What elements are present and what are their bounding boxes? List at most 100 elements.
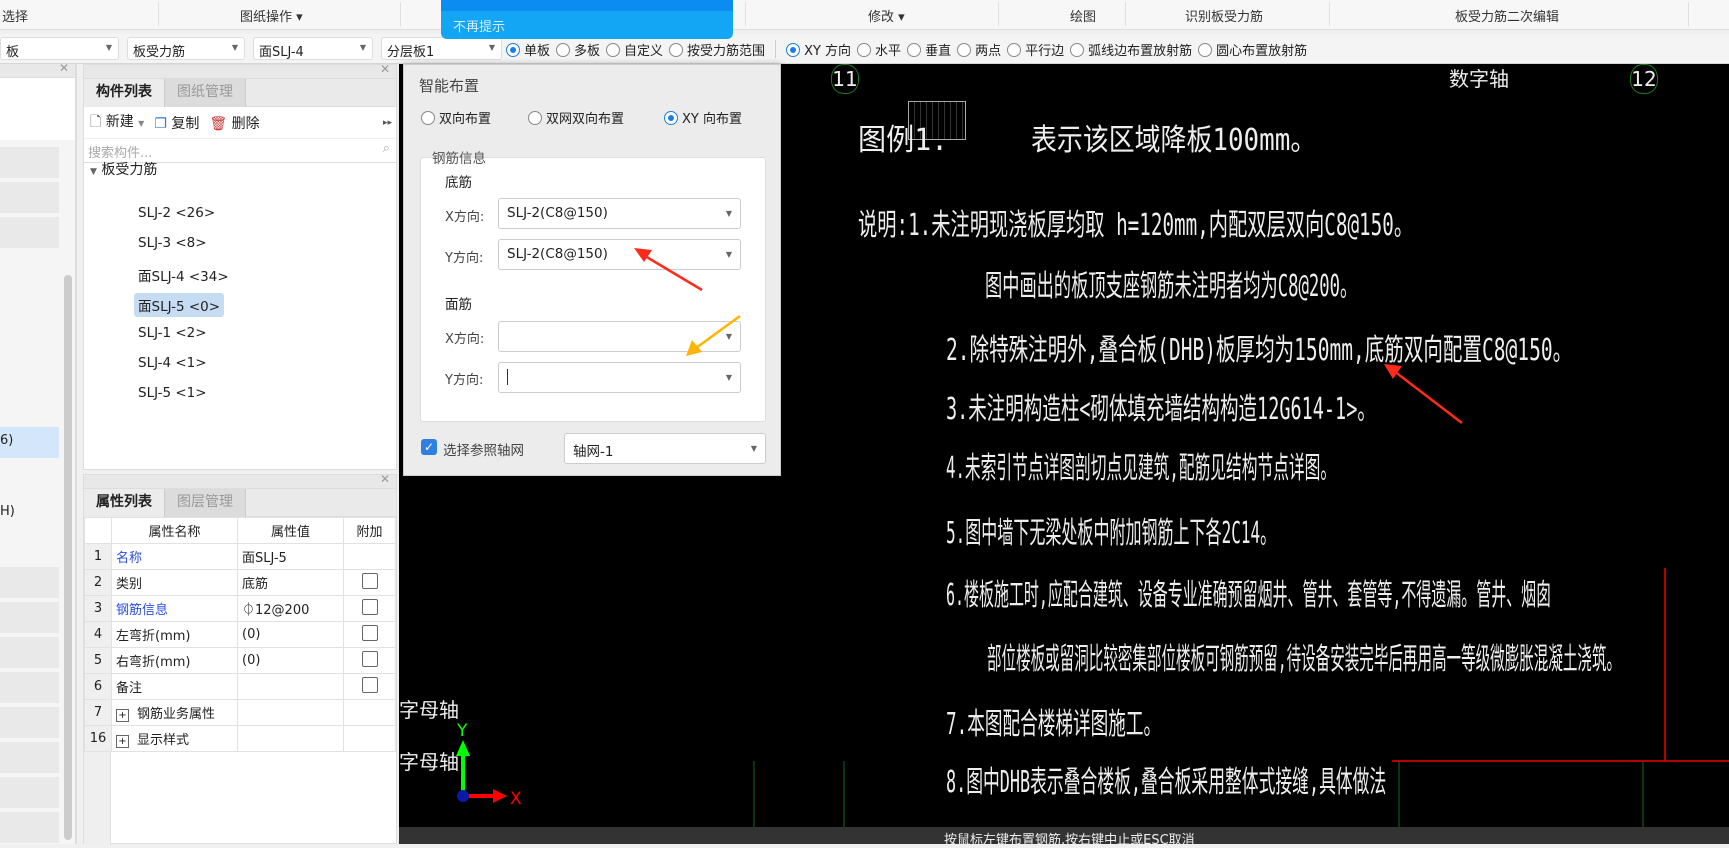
select-value: 面SLJ-4 — [259, 45, 304, 60]
table-row[interactable]: 6 备注 — [84, 673, 396, 700]
nav-item[interactable] — [0, 602, 59, 633]
component-type-select[interactable]: 板受力筋 ▼ — [127, 37, 245, 60]
select-value: 板 — [6, 45, 20, 60]
tree-item[interactable]: SLJ-3 <8> — [134, 233, 211, 253]
value-cell[interactable]: ⏀12@200 — [237, 595, 344, 622]
checkbox[interactable] — [361, 650, 378, 667]
ribbon-group-drawing-ops[interactable]: 图纸操作 ▾ — [240, 6, 303, 25]
tree-item[interactable]: SLJ-5 <1> — [134, 383, 211, 403]
value-cell[interactable]: (0) — [237, 621, 344, 648]
options-toolbar: 板 ▼ 板受力筋 ▼ 面SLJ-4 ▼ 分层板1 ▼ 单板 多板 自定义 按受力筋范围 … — [0, 34, 1729, 64]
table-row[interactable]: 4 左弯折(mm) (0) — [84, 621, 396, 648]
radio-label: 单板 — [524, 44, 551, 59]
nav-item[interactable] — [0, 742, 59, 773]
radio-icon — [1198, 42, 1213, 57]
value-cell[interactable] — [237, 673, 344, 700]
table-row[interactable]: 5 右弯折(mm) (0) — [84, 647, 396, 674]
tab-drawing-management[interactable]: 图纸管理 — [165, 79, 246, 107]
radio-parallel-edge[interactable]: 平行边 — [1007, 40, 1064, 59]
expand-icon[interactable]: + — [116, 735, 129, 748]
radio-vertical[interactable]: 垂直 — [907, 40, 951, 59]
tree-item[interactable]: SLJ-2 <26> — [134, 203, 219, 223]
radio-double-mesh[interactable]: 双网双向布置 — [528, 108, 624, 127]
ribbon-group-bar: 选择 图纸操作 ▾ 修改 ▾ 绘图 识别板受力筋 板受力筋二次编辑 — [0, 0, 1729, 30]
properties-panel: ✕ 属性列表 图层管理 属性名称 属性值 附加 1 名称 面SLJ-5 2 类别 底… — [83, 472, 397, 845]
search-icon[interactable]: ⌕ — [383, 141, 390, 156]
expand-icon[interactable]: + — [116, 709, 129, 722]
more-icon[interactable]: ▸▸ — [383, 118, 392, 128]
radio-xy-direction[interactable]: XY 方向 — [786, 40, 851, 59]
ribbon-group-select[interactable]: 选择 — [2, 6, 28, 25]
ribbon-group-identify[interactable]: 识别板受力筋 — [1185, 6, 1263, 25]
component-select[interactable]: 面SLJ-4 ▼ — [253, 37, 373, 60]
nav-item[interactable] — [0, 217, 59, 248]
tree-item-selected[interactable]: 面SLJ-5 <0> — [134, 293, 225, 317]
copy-button[interactable]: ❐ 复制 — [154, 113, 199, 133]
value-cell[interactable] — [237, 725, 344, 752]
nav-item[interactable] — [0, 637, 59, 668]
tree-item[interactable]: SLJ-4 <1> — [134, 353, 211, 373]
tab-property-list[interactable]: 属性列表 — [84, 489, 165, 517]
ribbon-group-secondary-edit[interactable]: 板受力筋二次编辑 — [1455, 6, 1559, 25]
new-button[interactable]: 🗋 新建 ▼ — [90, 111, 144, 135]
layer-select[interactable]: 分层板1 ▼ — [381, 37, 502, 60]
value-cell[interactable]: 底筋 — [237, 569, 344, 596]
table-row[interactable]: 2 类别 底筋 — [84, 569, 396, 596]
radio-custom[interactable]: 自定义 — [606, 40, 663, 59]
nav-item[interactable] — [0, 777, 59, 808]
nav-item[interactable] — [0, 707, 59, 738]
dont-show-again-link[interactable]: 不再提示 — [453, 16, 505, 35]
tree-item[interactable]: SLJ-1 <2> — [134, 323, 211, 343]
axis-grid-select[interactable]: 轴网-1 ▼ — [564, 433, 766, 464]
checkbox[interactable] — [361, 624, 378, 641]
table-row[interactable]: 7 + 钢筋业务属性 — [84, 699, 396, 726]
nav-item[interactable] — [0, 147, 59, 178]
scrollbar[interactable] — [64, 275, 72, 840]
radio-center-radial[interactable]: 圆心布置放射筋 — [1198, 40, 1307, 59]
close-icon[interactable]: ✕ — [59, 61, 69, 75]
checkbox[interactable] — [361, 572, 378, 589]
bottom-y-select[interactable]: SLJ-2(C8@150) ▼ — [498, 239, 741, 270]
nav-item[interactable] — [0, 567, 59, 598]
radio-arc-radial[interactable]: 弧线边布置放射筋 — [1070, 40, 1192, 59]
checkbox[interactable] — [361, 676, 378, 693]
nav-item[interactable] — [0, 672, 59, 703]
value-cell[interactable]: (0) — [237, 647, 344, 674]
radio-horizontal[interactable]: 水平 — [857, 40, 901, 59]
radio-two-points[interactable]: 两点 — [957, 40, 1001, 59]
value-cell[interactable]: 面SLJ-5 — [237, 543, 344, 570]
component-list-panel: ✕ 构件列表 图纸管理 🗋 新建 ▼ ❐ 复制 🗑 删除 ▸▸ 搜索构件... ⌕… — [83, 62, 397, 470]
radio-bidirectional[interactable]: 双向布置 — [421, 108, 491, 127]
radio-single-slab[interactable]: 单板 — [506, 40, 550, 59]
field-label: X方向: — [445, 210, 485, 225]
radio-icon — [421, 110, 435, 125]
tab-component-list[interactable]: 构件列表 — [84, 79, 165, 107]
value-cell[interactable] — [237, 699, 344, 726]
radio-by-rebar-range[interactable]: 按受力筋范围 — [669, 40, 765, 59]
tree-group[interactable]: ▼ 板受力筋 — [90, 159, 157, 179]
top-y-select[interactable]: ▼ — [498, 362, 741, 393]
ribbon-group-modify[interactable]: 修改 ▾ — [868, 6, 905, 25]
table-row[interactable]: 3 钢筋信息 ⏀12@200 — [84, 595, 396, 622]
ribbon-group-draw[interactable]: 绘图 — [1070, 6, 1096, 25]
nav-item[interactable] — [0, 182, 59, 213]
close-icon[interactable]: ✕ — [380, 62, 390, 76]
radio-xy[interactable]: XY 向布置 — [664, 108, 742, 127]
table-row[interactable]: 1 名称 面SLJ-5 — [84, 543, 396, 570]
delete-button[interactable]: 🗑 删除 — [209, 113, 259, 133]
top-x-select[interactable]: ▼ — [498, 321, 741, 352]
checkbox[interactable] — [361, 598, 378, 615]
radio-multi-slab[interactable]: 多板 — [556, 40, 600, 59]
nav-item-selected[interactable]: 6) — [0, 427, 59, 458]
tab-bar: 属性列表 图层管理 — [84, 489, 396, 517]
text-cursor — [507, 369, 508, 385]
tab-layer-management[interactable]: 图层管理 — [165, 489, 246, 517]
table-row[interactable]: 16 + 显示样式 — [84, 725, 396, 752]
bottom-rebar-label: 底筋 — [445, 175, 472, 191]
bottom-x-select[interactable]: SLJ-2(C8@150) ▼ — [498, 198, 741, 229]
floor-type-select[interactable]: 板 ▼ — [0, 37, 119, 60]
nav-item[interactable] — [0, 812, 59, 843]
grid-checkbox[interactable]: ✓ — [421, 439, 437, 455]
close-icon[interactable]: ✕ — [380, 472, 390, 486]
tree-item[interactable]: 面SLJ-4 <34> — [134, 263, 233, 287]
